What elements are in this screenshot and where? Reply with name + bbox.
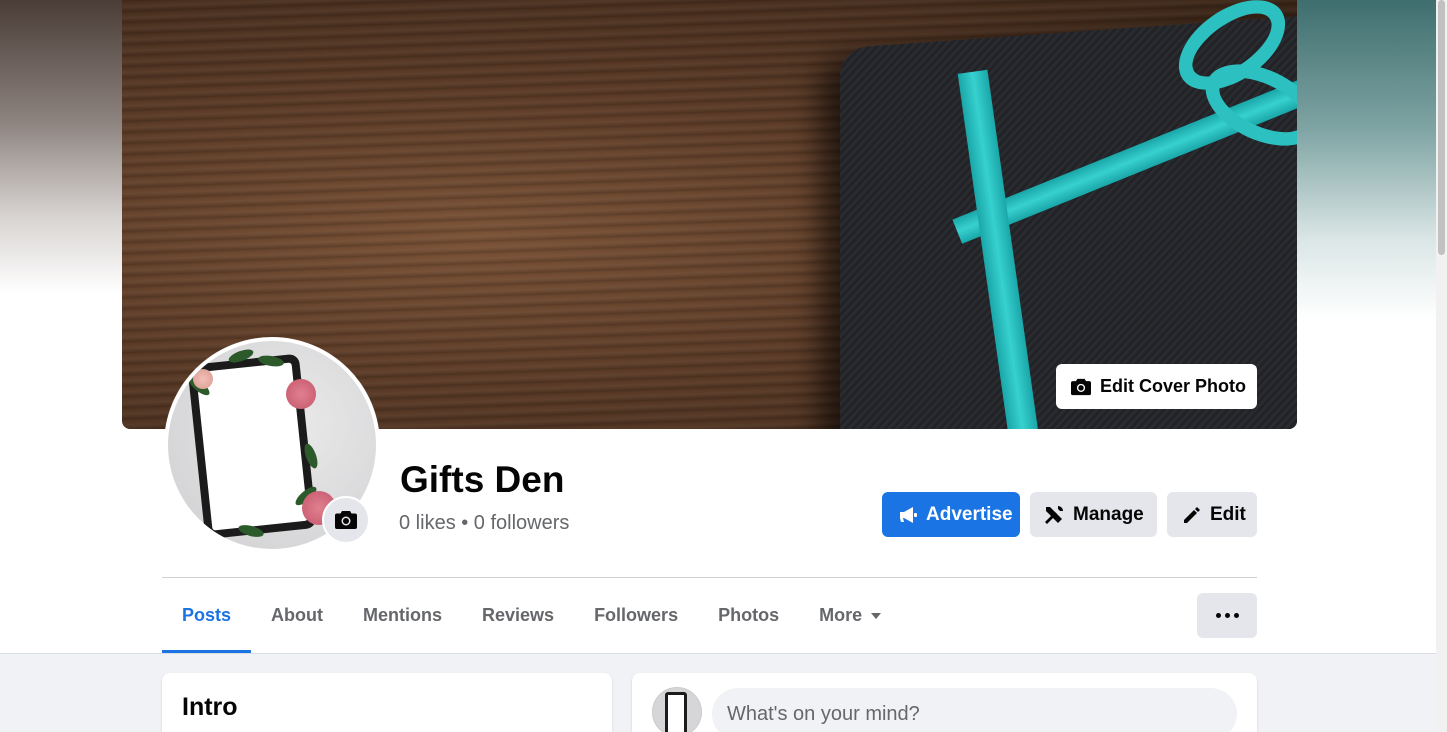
page-stats[interactable]: 0 likes • 0 followers [399,512,569,535]
update-profile-picture-button[interactable] [322,496,370,544]
tab-reviews[interactable]: Reviews [462,578,574,653]
more-dots-icon [1215,613,1221,618]
more-options-button[interactable] [1197,593,1257,638]
tab-mentions[interactable]: Mentions [343,578,462,653]
edit-cover-photo-label: Edit Cover Photo [1100,376,1247,396]
page-title: Gifts Den [400,459,565,500]
composer-avatar[interactable] [652,687,702,732]
header-bottom-border [0,653,1436,654]
camera-icon [335,511,357,529]
advertise-button[interactable]: Advertise [882,492,1020,537]
intro-card: Intro [162,673,612,732]
scrollbar-thumb[interactable] [1438,0,1445,255]
tab-posts[interactable]: Posts [162,578,252,653]
tab-followers[interactable]: Followers [574,578,698,653]
caret-down-icon [871,612,882,619]
tab-more[interactable]: More [799,578,902,653]
tab-about[interactable]: About [251,578,343,653]
tools-icon [1045,505,1063,524]
post-composer-placeholder: What's on your mind? [727,702,920,725]
manage-label: Manage [1073,503,1144,525]
page-tabs: Posts About Mentions Reviews Followers P… [162,578,902,653]
advertise-label: Advertise [926,503,1013,525]
intro-title: Intro [182,693,238,721]
post-composer-card: What's on your mind? [632,673,1257,732]
camera-icon [1071,378,1091,395]
edit-label: Edit [1210,503,1246,525]
edit-button[interactable]: Edit [1167,492,1257,537]
post-composer-input[interactable]: What's on your mind? [712,688,1237,732]
pencil-icon [1184,506,1200,523]
tab-photos[interactable]: Photos [698,578,799,653]
edit-cover-photo-button[interactable]: Edit Cover Photo [1056,364,1257,409]
manage-button[interactable]: Manage [1030,492,1157,537]
scrollbar[interactable] [1436,0,1447,732]
megaphone-icon [900,506,917,523]
